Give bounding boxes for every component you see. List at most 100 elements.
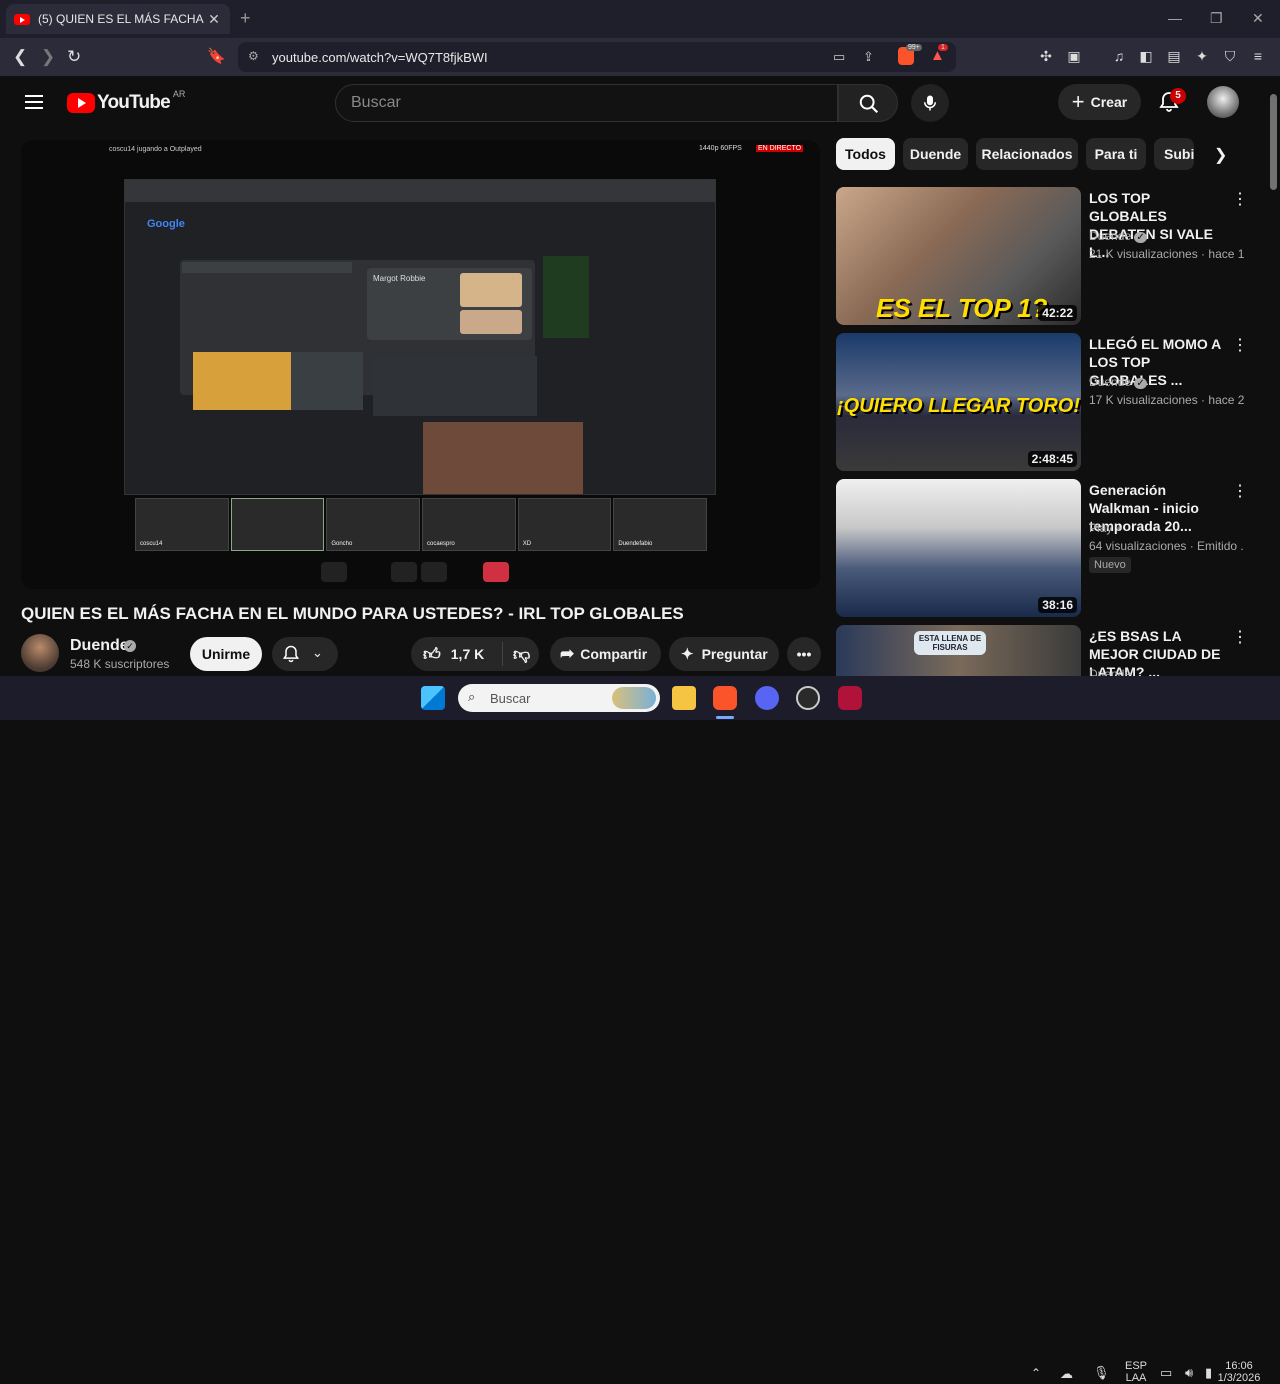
join-button[interactable]: Unirme xyxy=(190,637,262,671)
stream-thumbnails: coscu14 Goncho cocaespro XD Duendefabio xyxy=(135,498,708,551)
more-vert-icon[interactable]: ⋮ xyxy=(1232,627,1248,647)
back-icon[interactable]: ❮ xyxy=(13,47,27,67)
microphone-tray-icon[interactable]: 🎙︎ xyxy=(1093,1365,1110,1381)
music-icon[interactable]: ♫ xyxy=(1110,48,1128,66)
account-avatar[interactable] xyxy=(1207,86,1239,118)
recommendation-thumbnail[interactable]: ES EL TOP 1? 42:22 xyxy=(836,187,1081,325)
chevron-down-icon: ⌄ xyxy=(312,645,323,660)
forward-icon[interactable]: ❯ xyxy=(41,47,55,67)
search-input[interactable]: Buscar xyxy=(335,84,838,122)
recommendation-channel[interactable]: Duende ✓ xyxy=(1089,375,1147,389)
recommendation-item[interactable]: ¡QUIERO LLEGAR TORO! 2:48:45 LLEGÓ EL MO… xyxy=(836,333,1256,471)
subscription-bell-button[interactable]: ⌄ xyxy=(272,637,338,671)
discord-icon[interactable] xyxy=(755,686,779,710)
recommendation-meta: 17 K visualizaciones · hace 2... xyxy=(1089,393,1244,407)
more-vert-icon[interactable]: ⋮ xyxy=(1232,189,1248,209)
chip-todos[interactable]: Todos xyxy=(836,138,895,170)
recommendation-channel[interactable]: Duende ✓ xyxy=(1089,229,1147,243)
browser-tab-bar: (5) QUIEN ES EL MÁS FACHA EN ✕ + — ❐ ✕ xyxy=(0,0,1280,38)
site-info-icon[interactable]: ⚙ xyxy=(248,49,259,63)
google-logo: Google xyxy=(147,218,185,230)
recommendation-item[interactable]: ESTA LLENA DE FISURAS ¿ES BSAS LA MEJOR … xyxy=(836,625,1256,676)
vpn-icon[interactable]: ⛉ xyxy=(1221,48,1239,66)
wallet-icon[interactable]: ▤ xyxy=(1165,48,1183,66)
volume-icon[interactable]: 🔊︎ xyxy=(1185,1365,1193,1381)
reload-icon[interactable]: ↻ xyxy=(67,47,81,67)
bell-icon xyxy=(282,645,300,663)
create-button[interactable]: + Crear xyxy=(1058,84,1141,120)
search-button[interactable] xyxy=(838,84,898,122)
brave-browser-icon[interactable] xyxy=(713,686,737,710)
recommendation-thumbnail[interactable]: ¡QUIERO LLEGAR TORO! 2:48:45 xyxy=(836,333,1081,471)
hamburger-menu-icon[interactable] xyxy=(25,95,43,109)
scrollbar-thumb[interactable] xyxy=(1270,94,1277,190)
sidebar-icon[interactable]: ◧ xyxy=(1137,48,1155,66)
search-icon: ⌕ xyxy=(468,689,476,704)
lang-layout: LAA xyxy=(1125,1372,1147,1384)
close-window-icon[interactable]: ✕ xyxy=(1252,10,1264,27)
like-button[interactable]: 👍︎ 1,7 K xyxy=(411,642,503,666)
chip-subidos[interactable]: Subi xyxy=(1154,138,1194,170)
taskbar-search[interactable]: ⌕ Buscar xyxy=(458,684,660,712)
recommendation-channel[interactable]: Play + xyxy=(1089,521,1123,535)
obs-icon[interactable] xyxy=(796,686,820,710)
stream-thumb[interactable]: cocaespro xyxy=(422,498,516,551)
share-icon[interactable]: ⇪ xyxy=(863,49,874,65)
network-icon[interactable]: ▭ xyxy=(1160,1365,1172,1381)
browser-tab[interactable]: (5) QUIEN ES EL MÁS FACHA EN ✕ xyxy=(6,4,230,34)
voice-search-button[interactable] xyxy=(911,84,949,122)
leo-icon[interactable]: ✦ xyxy=(1193,48,1211,66)
channel-avatar[interactable] xyxy=(21,634,59,672)
bookmark-icon[interactable]: 🔖 xyxy=(207,47,226,65)
share-button[interactable]: ➦ Compartir xyxy=(550,637,661,671)
minimize-icon[interactable]: — xyxy=(1168,10,1182,26)
more-vert-icon[interactable]: ⋮ xyxy=(1232,335,1248,355)
maximize-icon[interactable]: ❐ xyxy=(1210,10,1223,27)
more-actions-button[interactable]: ••• xyxy=(787,637,821,671)
onedrive-icon[interactable]: ☁ xyxy=(1060,1366,1073,1382)
recommendation-item[interactable]: 38:16 Generación Walkman - inicio tempor… xyxy=(836,479,1256,617)
thumb-overlay-text: ¡QUIERO LLEGAR TORO! xyxy=(837,395,1080,417)
youtube-header: YouTube AR Buscar + Crear 5 xyxy=(0,76,1265,130)
dislike-button[interactable]: 👎︎ xyxy=(503,644,530,665)
recommendation-item[interactable]: ES EL TOP 1? 42:22 LOS TOP GLOBALES DEBA… xyxy=(836,187,1256,325)
stream-thumb[interactable]: coscu14 xyxy=(135,498,229,551)
browser-menu-icon[interactable]: ≡ xyxy=(1249,48,1267,66)
reader-icon[interactable]: ▣ xyxy=(1065,48,1083,66)
screen-control-icon[interactable] xyxy=(391,562,417,582)
chevron-right-icon[interactable]: ❯ xyxy=(1214,145,1227,165)
stream-thumb[interactable] xyxy=(230,498,325,551)
stream-thumb[interactable]: XD xyxy=(517,498,612,551)
grid-control-icon[interactable] xyxy=(421,562,447,582)
file-explorer-icon[interactable] xyxy=(672,686,696,710)
recommendation-channel[interactable]: Duende xyxy=(1089,667,1131,676)
result-card xyxy=(373,356,537,416)
stream-thumb[interactable]: Goncho xyxy=(326,498,421,551)
battery-icon[interactable]: ▮ xyxy=(1205,1365,1212,1381)
chip-para-ti[interactable]: Para ti xyxy=(1086,138,1146,170)
input-language[interactable]: ESP LAA xyxy=(1123,1360,1149,1384)
new-tab-icon[interactable]: + xyxy=(240,8,251,29)
tray-overflow-icon[interactable]: ⌃ xyxy=(1031,1366,1041,1380)
stream-screen-capture: Google Margot Robbie xyxy=(124,179,716,495)
windows-start-icon[interactable] xyxy=(421,686,445,710)
chip-relacionados[interactable]: Relacionados xyxy=(976,138,1078,170)
cast-icon[interactable]: ▭ xyxy=(833,49,845,65)
chip-duende[interactable]: Duende xyxy=(903,138,968,170)
end-call-icon[interactable] xyxy=(483,562,509,582)
app-icon[interactable] xyxy=(838,686,862,710)
stream-thumb[interactable]: Duendefabio xyxy=(613,498,708,551)
search-icon xyxy=(859,94,879,114)
recommendation-thumbnail[interactable]: 38:16 xyxy=(836,479,1081,617)
channel-name[interactable]: Duende xyxy=(70,637,129,655)
more-vert-icon[interactable]: ⋮ xyxy=(1232,481,1248,501)
address-bar[interactable]: ⚙ youtube.com/watch?v=WQ7T8fjkBWI ▭ ⇪ 99… xyxy=(238,42,956,72)
youtube-logo[interactable]: YouTube AR xyxy=(67,89,185,114)
close-tab-icon[interactable]: ✕ xyxy=(206,11,222,28)
clock[interactable]: 16:06 1/3/2026 xyxy=(1213,1360,1265,1384)
ask-button[interactable]: ✦ Preguntar xyxy=(669,637,779,671)
extensions-icon[interactable]: ✣ xyxy=(1037,48,1055,66)
video-player[interactable]: coscu14 jugando a Outplayed 1440p 60FPS … xyxy=(21,140,820,589)
mic-control-icon[interactable] xyxy=(321,562,347,582)
recommendation-thumbnail[interactable]: ESTA LLENA DE FISURAS xyxy=(836,625,1081,676)
